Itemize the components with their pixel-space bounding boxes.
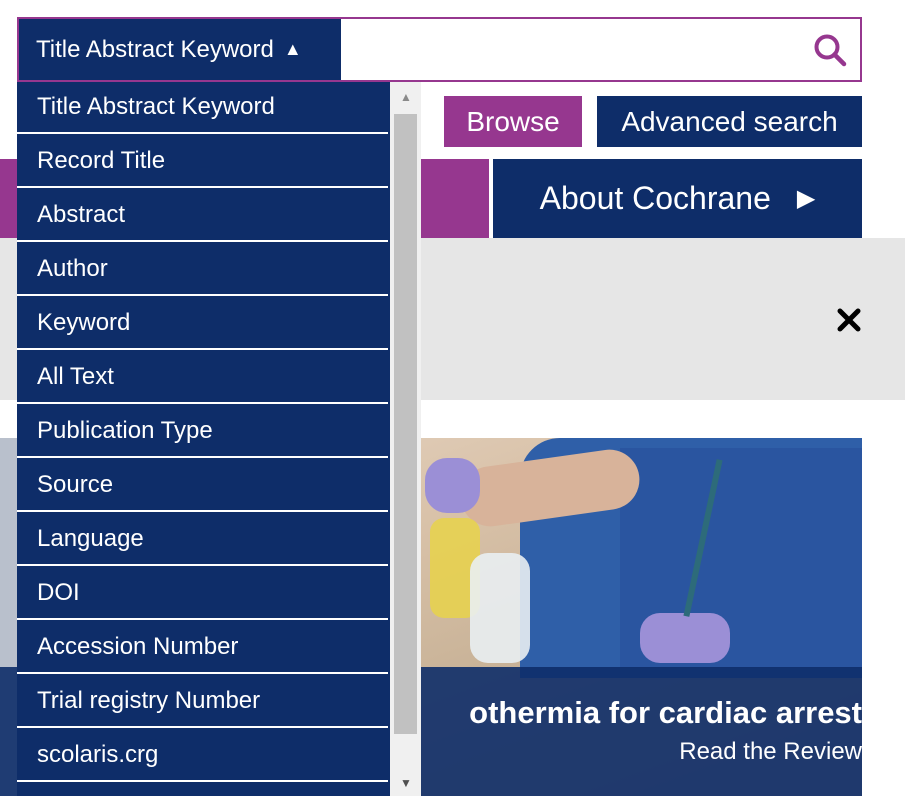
- close-icon[interactable]: [835, 306, 863, 334]
- search-input[interactable]: [341, 19, 791, 80]
- hero-title[interactable]: othermia for cardiac arrest: [469, 695, 862, 731]
- search-bar: Title Abstract Keyword ▲: [17, 17, 862, 82]
- dropdown-option[interactable]: scolaris.crg: [17, 730, 388, 782]
- read-review-link[interactable]: Read the Review: [679, 738, 862, 766]
- scrollbar-thumb[interactable]: [394, 114, 417, 734]
- dropdown-option[interactable]: Keyword: [17, 298, 388, 350]
- about-cochrane-label: About Cochrane: [539, 180, 771, 216]
- search-field-dropdown: Title Abstract Keyword Record Title Abst…: [17, 82, 421, 796]
- dropdown-option[interactable]: Accession Number: [17, 622, 388, 674]
- dropdown-option[interactable]: All Text: [17, 352, 388, 404]
- dropdown-option[interactable]: Abstract: [17, 190, 388, 242]
- dropdown-scrollbar[interactable]: ▲ ▼: [390, 82, 421, 796]
- dropdown-option[interactable]: Record Title: [17, 136, 388, 188]
- triangle-right-icon: ▶: [796, 185, 816, 212]
- scroll-up-arrow-icon[interactable]: ▲: [400, 90, 412, 104]
- dropdown-option[interactable]: Author: [17, 244, 388, 296]
- dropdown-option[interactable]: Publication Type: [17, 406, 388, 458]
- dropdown-option[interactable]: Title Abstract Keyword: [17, 82, 388, 134]
- dropdown-option[interactable]: Language: [17, 514, 388, 566]
- search-field-select[interactable]: Title Abstract Keyword ▲: [19, 19, 341, 80]
- browse-button[interactable]: Browse: [444, 96, 582, 147]
- about-cochrane-nav[interactable]: About Cochrane ▶: [493, 159, 862, 238]
- caret-up-icon: ▲: [283, 39, 302, 59]
- search-icon[interactable]: [812, 32, 848, 68]
- advanced-search-button[interactable]: Advanced search: [597, 96, 862, 147]
- scroll-down-arrow-icon[interactable]: ▼: [400, 776, 412, 790]
- dropdown-option[interactable]: Trial registry Number: [17, 676, 388, 728]
- search-field-select-label: Title Abstract Keyword: [36, 35, 274, 63]
- dropdown-option[interactable]: Source: [17, 460, 388, 512]
- dropdown-option[interactable]: DOI: [17, 568, 388, 620]
